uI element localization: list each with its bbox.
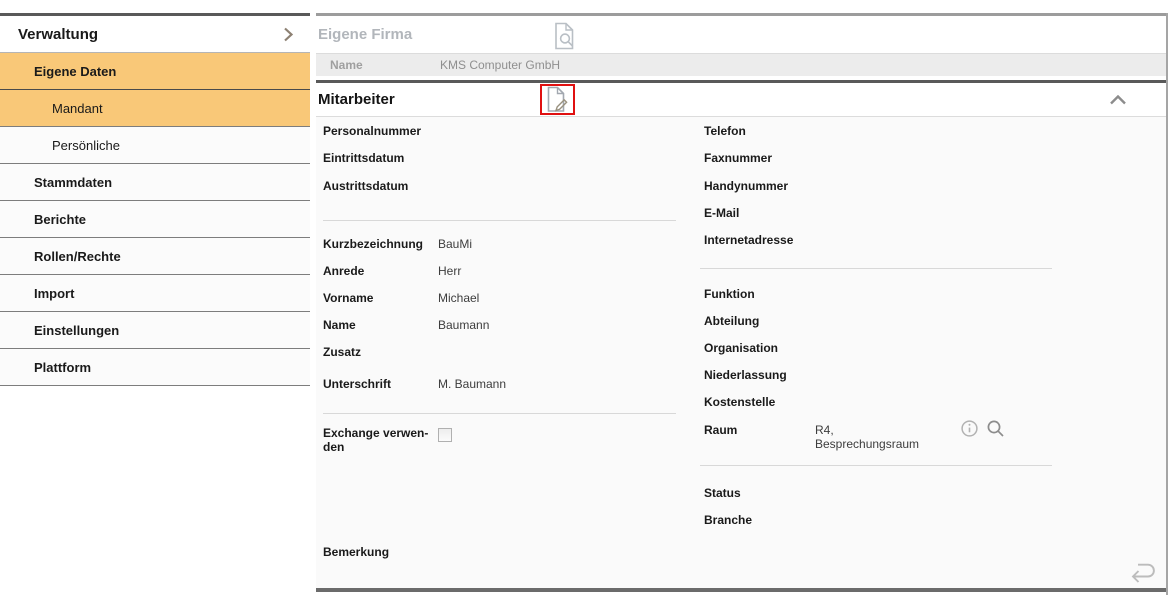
sidebar-item-label: Einstellungen [34, 323, 119, 338]
field-handynummer: Handynummer [704, 179, 815, 193]
field-value[interactable]: Baumann [438, 318, 489, 332]
return-icon[interactable] [1128, 560, 1159, 583]
eigene-firma-title: Eigene Firma [318, 26, 412, 43]
main-panel: Eigene Firma Name KMS Computer GmbH Mita… [316, 13, 1168, 595]
field-vorname: Vorname Michael [323, 291, 479, 305]
field-label: Raum [704, 423, 815, 451]
field-zusatz: Zusatz [323, 345, 438, 359]
field-name: Name Baumann [323, 318, 489, 332]
field-raum: Raum R4, Besprechungsraum [704, 423, 955, 451]
field-email: E-Mail [704, 206, 815, 220]
search-icon[interactable] [986, 419, 1005, 438]
field-label: Handynummer [704, 179, 815, 193]
sidebar-item-label: Persönliche [52, 138, 120, 153]
firma-name-row: Name KMS Computer GmbH [316, 54, 1166, 76]
sidebar-item-rollen-rechte[interactable]: Rollen/Rechte [0, 238, 310, 275]
sidebar-item-berichte[interactable]: Berichte [0, 201, 310, 238]
sidebar-item-label: Eigene Daten [34, 64, 116, 79]
field-label: Internetadresse [704, 233, 815, 247]
exchange-checkbox[interactable] [438, 428, 452, 442]
sidebar-item-plattform[interactable]: Plattform [0, 349, 310, 386]
field-label: Abteilung [704, 314, 815, 328]
sidebar-title-label: Verwaltung [18, 26, 98, 43]
field-label: Organisation [704, 341, 815, 355]
field-status: Status [704, 486, 815, 500]
sidebar-item-label: Import [34, 286, 74, 301]
sidebar-header-verwaltung[interactable]: Verwaltung [0, 16, 310, 53]
field-label: Telefon [704, 124, 815, 138]
field-label: Branche [704, 513, 815, 527]
document-edit-icon[interactable] [545, 86, 571, 113]
sidebar-item-label: Berichte [34, 212, 86, 227]
field-label: Kurzbezeichnung [323, 237, 438, 251]
sidebar-item-label: Plattform [34, 360, 91, 375]
field-exchange-verwenden: Exchange verwen- den [323, 426, 443, 454]
field-niederlassung: Niederlassung [704, 368, 815, 382]
field-value[interactable]: M. Baumann [438, 377, 506, 391]
sidebar-item-einstellungen[interactable]: Einstellungen [0, 312, 310, 349]
field-label: Name [323, 318, 438, 332]
mitarbeiter-form: Personalnummer Eintrittsdatum Austrittsd… [316, 117, 1166, 588]
sidebar: Verwaltung Eigene Daten Mandant Persönli… [0, 13, 310, 386]
field-value[interactable]: Herr [438, 264, 461, 278]
field-branche: Branche [704, 513, 815, 527]
field-value[interactable]: BauMi [438, 237, 472, 251]
field-value[interactable]: Michael [438, 291, 479, 305]
field-label: Austrittsdatum [323, 179, 438, 193]
sidebar-item-import[interactable]: Import [0, 275, 310, 312]
annotation-highlight-box [540, 84, 575, 115]
field-anrede: Anrede Herr [323, 264, 461, 278]
field-bemerkung: Bemerkung [323, 545, 438, 559]
sidebar-item-label: Rollen/Rechte [34, 249, 121, 264]
field-label: Funktion [704, 287, 815, 301]
field-label: Kostenstelle [704, 395, 815, 409]
field-label: Niederlassung [704, 368, 815, 382]
field-label: Exchange verwen- den [323, 426, 435, 454]
field-label: Status [704, 486, 815, 500]
field-value[interactable]: R4, Besprechungsraum [815, 423, 955, 451]
group-divider [323, 220, 676, 221]
mitarbeiter-header: Mitarbeiter [316, 83, 1166, 117]
field-kostenstelle: Kostenstelle [704, 395, 815, 409]
info-icon[interactable] [960, 419, 979, 438]
field-label: Personalnummer [323, 124, 438, 138]
chevron-right-icon [283, 26, 294, 43]
field-kurzbezeichnung: Kurzbezeichnung BauMi [323, 237, 472, 251]
field-organisation: Organisation [704, 341, 815, 355]
sidebar-item-mandant[interactable]: Mandant [0, 90, 310, 127]
field-internetadresse: Internetadresse [704, 233, 815, 247]
chevron-up-icon[interactable] [1109, 95, 1127, 105]
field-unterschrift: Unterschrift M. Baumann [323, 377, 506, 391]
field-personalnummer: Personalnummer [323, 124, 438, 138]
field-abteilung: Abteilung [704, 314, 815, 328]
field-faxnummer: Faxnummer [704, 151, 815, 165]
field-funktion: Funktion [704, 287, 815, 301]
field-label: Anrede [323, 264, 438, 278]
document-search-icon[interactable] [552, 22, 579, 50]
field-eintrittsdatum: Eintrittsdatum [323, 151, 438, 165]
sidebar-item-label: Stammdaten [34, 175, 112, 190]
sidebar-item-eigene-daten[interactable]: Eigene Daten [0, 53, 310, 90]
firma-name-label: Name [330, 58, 363, 72]
field-label: Faxnummer [704, 151, 815, 165]
field-austrittsdatum: Austrittsdatum [323, 179, 438, 193]
sidebar-item-stammdaten[interactable]: Stammdaten [0, 164, 310, 201]
mitarbeiter-title: Mitarbeiter [318, 91, 395, 108]
sidebar-item-persoenliche[interactable]: Persönliche [0, 127, 310, 164]
firma-name-value: KMS Computer GmbH [440, 58, 560, 72]
field-label: Unterschrift [323, 377, 438, 391]
sidebar-item-label: Mandant [52, 101, 103, 116]
group-divider [700, 268, 1052, 269]
field-label: Vorname [323, 291, 438, 305]
field-label: Eintrittsdatum [323, 151, 438, 165]
eigene-firma-header: Eigene Firma [316, 16, 1166, 54]
group-divider [700, 465, 1052, 466]
field-telefon: Telefon [704, 124, 815, 138]
field-label: E-Mail [704, 206, 815, 220]
group-divider [323, 413, 676, 414]
bottom-scrollbar[interactable] [316, 588, 1166, 592]
field-label: Zusatz [323, 345, 438, 359]
field-label: Bemerkung [323, 545, 438, 559]
